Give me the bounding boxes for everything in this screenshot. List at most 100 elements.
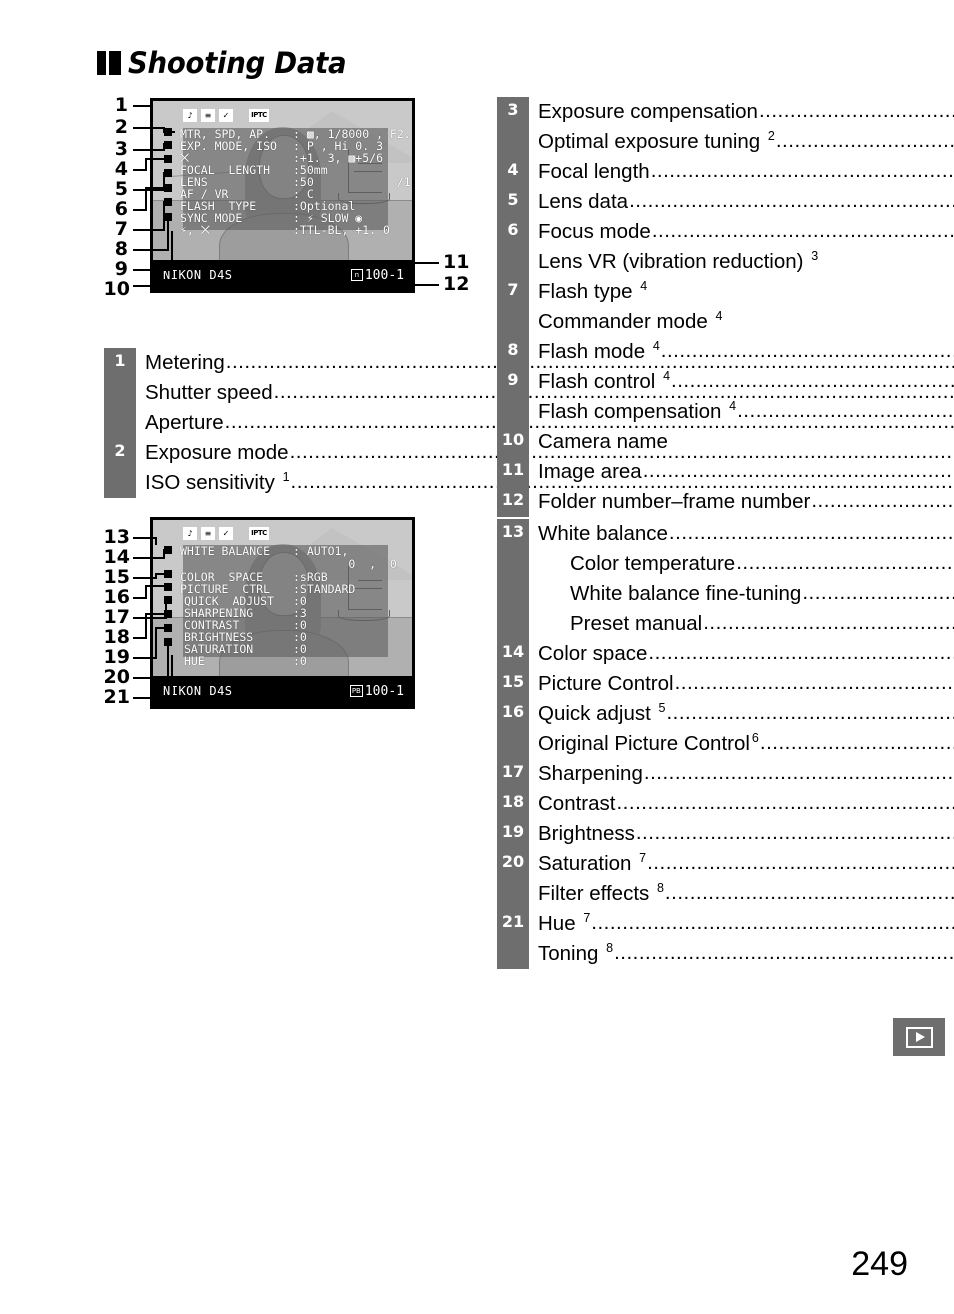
index-entry[interactable]: Focal length............................… [538,157,954,187]
index-entries: Camera name [529,427,877,457]
iptc-icon-2: IPTC [249,527,269,540]
index-entries: Flash control 4.........................… [529,367,954,427]
index-entry[interactable]: Original Picture Control 6...............… [538,729,954,759]
leader-line-7 [133,229,165,231]
leader-line-14 [133,557,165,559]
leader-dot-8 [164,213,172,221]
index-group: 15 Picture Control ......................… [497,669,954,699]
leader-line-3 [133,149,165,151]
index-entries: Image area .............................… [529,457,954,487]
index-entry-dots: ........................................… [614,941,954,964]
index-entry[interactable]: Camera name [538,427,877,457]
index-number-badge: 2 [104,438,136,498]
index-entry-dots: ........................................… [642,459,954,482]
leader-v-11 [371,262,373,274]
index-number-badge: 6 [497,217,529,277]
index-entry-dots: ........................................… [671,369,954,392]
index-entries: Contrast ...............................… [529,789,954,819]
leader-dot-20 [164,638,172,646]
index-entry-label: Picture Control [538,672,674,695]
index-entry-label: Lens data [538,190,629,213]
frame-number-group-2: PB 100-1 [349,684,404,699]
status-icon-row: ♪ ≡ ✓ IPTC [183,109,269,122]
index-number-badge: 10 [497,427,529,457]
index-entry[interactable]: Picture Control ........................… [538,669,954,699]
index-entry[interactable]: Lens VR (vibration reduction) 3 [538,247,954,277]
index-entry-footnote: 4 [729,399,737,414]
index-entry[interactable]: White balance fine-tuning...............… [538,579,954,609]
index-entry[interactable]: Image area .............................… [538,457,954,487]
index-entry[interactable]: Toning 8................................… [538,939,954,969]
index-group: 17 Sharpening ...........................… [497,759,954,789]
retouch-icon-2: ✓ [219,527,233,540]
index-entry[interactable]: Optimal exposure tuning 2...............… [538,127,954,157]
index-entry-label: Preset manual [570,612,703,635]
voice-memo-icon: ♪ [183,109,197,122]
callout-6: 6 [114,198,128,220]
info-line-1: EXP. MODE, ISO [180,139,277,153]
leader-line-2 [133,127,165,129]
index-number-badge: 4 [497,157,529,187]
index-entry[interactable]: Focus mode .............................… [538,217,954,247]
callout-8: 8 [114,238,128,260]
index-entry-label: Camera name [538,430,668,453]
index-entry-label: Color space [538,642,648,665]
leader-v-9 [171,231,173,271]
index-entry-dots: ........................................… [758,99,954,122]
index-entry[interactable]: Contrast ...............................… [538,789,954,819]
index-entry[interactable]: Flash control 4.........................… [538,367,954,397]
index-group: 5 Lens data .............................… [497,187,954,217]
index-entry[interactable]: Flash type 4 [538,277,877,307]
index-entry-dots: ........................................… [759,731,954,754]
index-entry[interactable]: White balance ..........................… [538,519,954,549]
leader-v-6 [145,187,147,211]
index-entry-label: Optimal exposure tuning 2 [538,129,775,153]
index-entry[interactable]: Flash mode 4............................… [538,337,954,367]
index-entry[interactable]: Hue 7...................................… [538,909,954,939]
index-entry[interactable]: Lens data ..............................… [538,187,954,217]
index-entry-label: Brightness [538,822,635,845]
index-entry[interactable]: Color space ............................… [538,639,954,669]
playback-tab-icon[interactable] [893,1018,945,1056]
index-entry[interactable]: Quick adjust 5..........................… [538,699,954,729]
index-group: 3 Exposure compensation..................… [497,97,954,157]
index-number-badge: 11 [497,457,529,487]
callout-10: 10 [103,278,130,300]
index-entry[interactable]: Flash compensation 4....................… [538,397,954,427]
index-entry-dots: ........................................… [737,399,954,422]
index-entry-footnote: 7 [583,911,591,926]
index-entry[interactable]: Exposure compensation...................… [538,97,954,127]
page-title: Shooting Data [97,46,358,80]
index-entries: Folder number–frame number..............… [529,487,954,517]
index-entry-label: Exposure mode [145,441,289,464]
callout-11: 11 [443,251,470,273]
info-label-8: ⚡, ⨉ [180,223,210,237]
index-entry[interactable]: Sharpening .............................… [538,759,954,789]
index-entry-footnote: 4 [640,279,648,294]
index-entry-dots: ........................................… [668,521,954,544]
index-entry-dots: ........................................… [616,791,954,814]
index-entries: Hue 7...................................… [529,909,954,969]
leader-line-17 [133,617,167,619]
leader-line-5 [133,189,165,191]
index-entry-label: Flash mode 4 [538,339,660,363]
leader-line-1 [133,105,153,107]
leader-dot-19 [164,624,172,632]
index-entry[interactable]: Preset manual ..........................… [538,609,954,639]
index-entry-label: Hue 7 [538,911,591,935]
index-entry-label: Flash compensation 4 [538,399,737,423]
index-entry-label: Original Picture Control 6 [538,731,759,755]
index-entry[interactable]: Folder number–frame number..............… [538,487,954,517]
index-number-badge: 1 [104,348,136,438]
index-entry[interactable]: Saturation 7............................… [538,849,954,879]
index-entry[interactable]: Brightness .............................… [538,819,954,849]
index-list-left: 1 Metering...............................… [104,348,954,498]
index-entry[interactable]: Commander mode 4 [538,307,877,337]
info-value-8: :TTL-BL, +1. 0 [293,223,390,237]
index-entries: White balance ..........................… [529,519,954,639]
index-entry-footnote: 4 [652,339,660,354]
index-entry[interactable]: Color temperature.......................… [538,549,954,579]
image-area-badge-icon-2: PB [349,685,363,697]
leader-dot-17 [164,596,172,604]
index-entry[interactable]: Filter effects 8........................… [538,879,954,909]
